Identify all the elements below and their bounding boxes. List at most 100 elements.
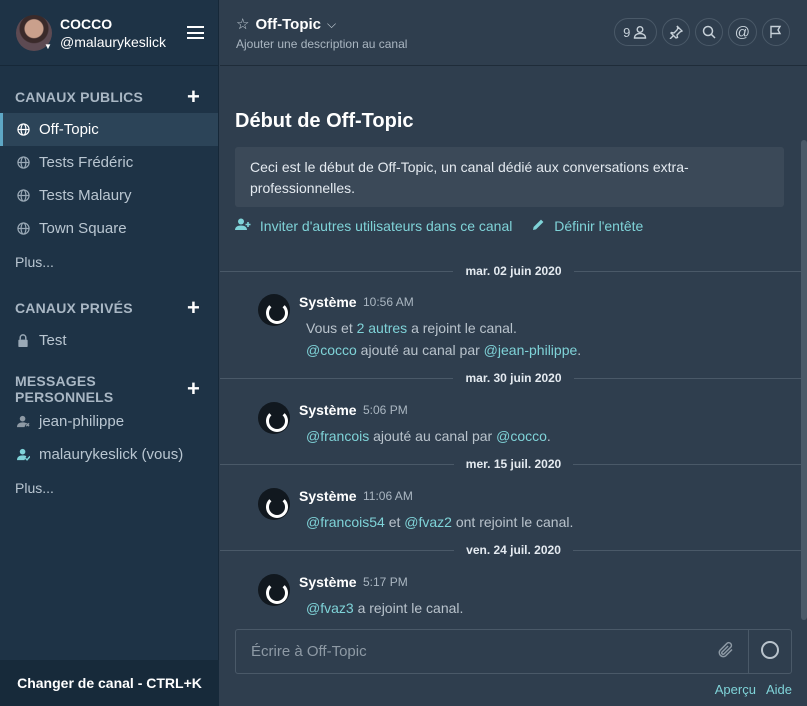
- add-private-channel-button[interactable]: +: [187, 296, 200, 319]
- flagged-button[interactable]: [762, 18, 790, 46]
- member-count: 9: [623, 24, 631, 40]
- lock-icon: [16, 334, 30, 348]
- invite-users-link[interactable]: Inviter d'autres utilisateurs dans ce ca…: [235, 218, 512, 234]
- direct-messages-title: MESSAGES PERSONNELS: [15, 372, 114, 405]
- caret-down-icon: ▼: [44, 41, 52, 51]
- message-text: et: [384, 514, 405, 530]
- message-text: a rejoint le canal.: [353, 600, 464, 616]
- date-label: mer. 15 juil. 2020: [465, 457, 562, 471]
- public-channels-header: CANAUX PUBLICS +: [0, 80, 218, 113]
- star-icon[interactable]: ☆: [236, 15, 249, 33]
- members-button[interactable]: 9: [613, 18, 657, 46]
- mention-link[interactable]: @francois: [306, 428, 369, 444]
- post-message: @francois ajouté au canal par @cocco.: [306, 428, 551, 444]
- others-link[interactable]: 2 autres: [357, 320, 408, 336]
- mentions-button[interactable]: @: [727, 18, 757, 46]
- post-message: @fvaz3 a rejoint le canal.: [306, 600, 463, 616]
- globe-icon: [16, 222, 30, 236]
- mention-link[interactable]: @fvaz2: [404, 514, 452, 530]
- message-composer[interactable]: Écrire à Off-Topic: [235, 629, 792, 674]
- mention-link[interactable]: @cocco: [496, 428, 547, 444]
- sidebar-item-off-topic[interactable]: Off-Topic: [0, 113, 218, 146]
- pinned-button[interactable]: [661, 18, 690, 46]
- channel-header: ☆ Off-Topic ⌵ Ajouter une description au…: [220, 0, 807, 66]
- message-input-placeholder[interactable]: Écrire à Off-Topic: [251, 643, 367, 660]
- mention-link[interactable]: @fvaz3: [306, 600, 354, 616]
- channel-intro-text: Ceci est le début de Off-Topic, un canal…: [235, 147, 784, 207]
- chevron-down-icon[interactable]: ⌵: [327, 17, 336, 32]
- members-icon: [634, 26, 647, 39]
- sidebar-item-malaurykeslick[interactable]: malaurykeslick (vous): [0, 438, 218, 471]
- post-time[interactable]: 5:17 PM: [363, 575, 408, 589]
- date-label: ven. 24 juil. 2020: [466, 543, 561, 557]
- post-message: @cocco ajouté au canal par @jean-philipp…: [306, 342, 581, 358]
- add-public-channel-button[interactable]: +: [187, 85, 200, 108]
- globe-icon: [16, 123, 30, 137]
- user-online-icon: [16, 448, 30, 462]
- channel-description[interactable]: Ajouter une description au canal: [236, 37, 407, 51]
- message-text: a rejoint le canal.: [407, 320, 517, 336]
- sidebar-item-label: Off-Topic: [39, 121, 99, 138]
- date-label: mar. 02 juin 2020: [465, 264, 562, 278]
- preview-link[interactable]: Aperçu: [715, 682, 756, 697]
- post-author[interactable]: Système: [299, 402, 357, 418]
- date-separator: mer. 15 juil. 2020: [220, 454, 807, 474]
- mention-link[interactable]: @cocco: [306, 342, 357, 358]
- globe-icon: [16, 156, 30, 170]
- set-header-link[interactable]: Définir l'entête: [532, 218, 643, 234]
- sidebar-item-test[interactable]: Test: [0, 324, 218, 357]
- mattermost-logo-icon: [258, 574, 290, 606]
- post-author[interactable]: Système: [299, 488, 357, 504]
- flag-icon: [770, 25, 782, 38]
- help-link[interactable]: Aide: [766, 682, 792, 697]
- sidebar-item-jean-philippe[interactable]: jean-philippe: [0, 405, 218, 438]
- post-time[interactable]: 10:56 AM: [363, 295, 414, 309]
- channel-switcher-button[interactable]: Changer de canal - CTRL+K: [0, 660, 219, 706]
- emoji-icon[interactable]: [761, 641, 779, 659]
- post-author[interactable]: Système: [299, 574, 357, 590]
- main-panel: ☆ Off-Topic ⌵ Ajouter une description au…: [220, 0, 807, 706]
- mention-link[interactable]: @jean-philippe: [484, 342, 578, 358]
- message-text: Vous et: [306, 320, 357, 336]
- date-separator: mar. 02 juin 2020: [220, 261, 807, 281]
- message-text: ajouté au canal par: [369, 428, 497, 444]
- set-header-label: Définir l'entête: [554, 218, 644, 234]
- post-author[interactable]: Système: [299, 294, 357, 310]
- pencil-icon: [532, 218, 549, 234]
- globe-icon: [16, 189, 30, 203]
- date-separator: mar. 30 juin 2020: [220, 368, 807, 388]
- channel-name: Off-Topic: [255, 15, 321, 33]
- post-time[interactable]: 5:06 PM: [363, 403, 408, 417]
- public-channels-title: CANAUX PUBLICS: [15, 88, 144, 105]
- add-direct-message-button[interactable]: +: [187, 377, 200, 400]
- pin-icon: [669, 25, 683, 39]
- invite-users-label: Inviter d'autres utilisateurs dans ce ca…: [259, 218, 513, 234]
- attachment-icon[interactable]: [717, 641, 735, 664]
- search-icon: [702, 25, 716, 39]
- date-separator: ven. 24 juil. 2020: [220, 540, 807, 560]
- main-menu-icon[interactable]: [187, 26, 204, 39]
- more-direct-messages-link[interactable]: Plus...: [0, 471, 218, 504]
- add-user-icon: [235, 218, 255, 234]
- search-button[interactable]: [694, 18, 723, 46]
- message-text: .: [577, 342, 582, 358]
- message-text: .: [546, 428, 551, 444]
- mattermost-logo-icon: [258, 294, 290, 326]
- sidebar-item-tests-frederic[interactable]: Tests Frédéric: [0, 146, 218, 179]
- composer-footer: Aperçu Aide: [715, 682, 792, 697]
- sidebar: ▼ COCCO @malaurykeslick CANAUX PUBLICS +…: [0, 0, 219, 706]
- channel-title[interactable]: ☆ Off-Topic ⌵: [236, 15, 336, 34]
- mention-link[interactable]: @francois54: [306, 514, 385, 530]
- header-buttons: 9 @: [613, 18, 790, 46]
- team-header[interactable]: ▼ COCCO @malaurykeslick: [0, 0, 218, 66]
- private-channels-header: CANAUX PRIVÉS +: [0, 291, 218, 324]
- post-time[interactable]: 11:06 AM: [363, 489, 413, 503]
- avatar[interactable]: ▼: [16, 14, 52, 51]
- sidebar-item-tests-malaury[interactable]: Tests Malaury: [0, 179, 218, 212]
- channel-intro-title: Début de Off-Topic: [235, 110, 414, 132]
- mattermost-logo-icon: [258, 488, 290, 520]
- message-text: ajouté au canal par: [356, 342, 484, 358]
- sidebar-item-town-square[interactable]: Town Square: [0, 212, 218, 245]
- post-message: Vous et 2 autres a rejoint le canal.: [306, 320, 517, 336]
- more-public-channels-link[interactable]: Plus...: [0, 245, 218, 278]
